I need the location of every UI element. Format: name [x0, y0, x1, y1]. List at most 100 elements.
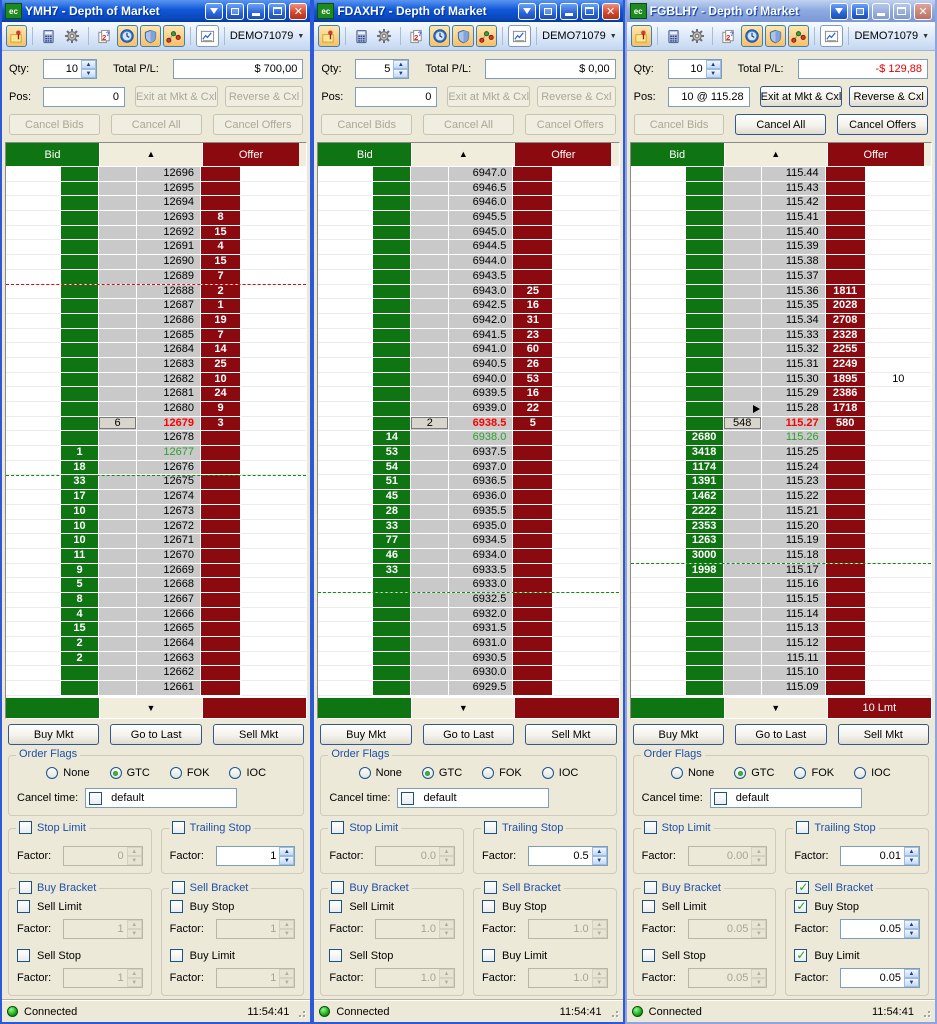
ladder-mid-cell[interactable] — [723, 372, 762, 388]
ladder-mid-cell[interactable] — [723, 269, 762, 285]
offer-depth-cell[interactable] — [825, 681, 866, 696]
radio-none[interactable]: None — [46, 767, 90, 779]
ladder-sell-order-cell[interactable] — [241, 196, 307, 212]
ladder-sell-order-cell[interactable] — [553, 357, 619, 373]
ladder-buy-order-cell[interactable] — [6, 211, 61, 226]
sell-bracket-checkbox[interactable] — [484, 881, 497, 894]
spin-down-icon[interactable]: ▼ — [126, 929, 142, 938]
radio-fok[interactable]: FOK — [794, 767, 834, 779]
spinner-arrows[interactable]: ▲ ▼ — [279, 847, 295, 865]
ladder-buy-order-cell[interactable] — [630, 475, 686, 491]
spin-up-icon[interactable]: ▲ — [591, 920, 607, 929]
offer-depth-cell[interactable] — [513, 460, 554, 476]
ladder-buy-order-cell[interactable] — [630, 578, 686, 593]
offer-depth-cell[interactable]: 22 — [513, 402, 554, 417]
sell-limit-factor-spinner[interactable]: 1.0 ▲ ▼ — [375, 919, 455, 939]
spin-down-icon[interactable]: ▼ — [904, 929, 919, 938]
ladder-mid-cell[interactable] — [99, 343, 137, 358]
offer-depth-cell[interactable]: 16 — [513, 299, 554, 314]
ladder-row[interactable]: 12688 2 — [6, 284, 307, 300]
ladder-mid-cell[interactable] — [99, 622, 137, 637]
ladder-sell-order-cell[interactable] — [865, 357, 931, 373]
settings-button[interactable] — [61, 25, 82, 47]
offer-depth-cell[interactable] — [513, 167, 554, 182]
total-pl-field[interactable]: $ 0,00 — [485, 59, 616, 79]
exit-at-mkt-button[interactable]: Exit at Mkt & Cxl — [447, 86, 531, 107]
price-cell[interactable]: 12684 — [137, 343, 201, 358]
ladder-buy-order-cell[interactable] — [318, 387, 374, 402]
spinner-arrows[interactable]: ▲ ▼ — [591, 920, 607, 938]
spin-up-icon[interactable]: ▲ — [751, 969, 767, 978]
bid-depth-cell[interactable] — [685, 284, 724, 300]
bid-depth-cell[interactable]: 1 — [61, 446, 99, 461]
ladder-mid-cell[interactable]: 548 — [723, 416, 762, 432]
offer-depth-cell[interactable]: 7 — [201, 328, 241, 344]
buy-bracket-checkbox[interactable] — [331, 881, 345, 894]
offer-depth-cell[interactable] — [825, 181, 866, 197]
buy-bracket-checkbox[interactable] — [643, 881, 657, 894]
offer-depth-cell[interactable]: 1 — [201, 299, 241, 314]
ladder-buy-order-cell[interactable] — [630, 357, 686, 373]
ladder-sell-order-cell[interactable] — [553, 681, 619, 696]
ladder-buy-order-cell[interactable] — [6, 372, 61, 388]
bid-depth-cell[interactable]: 1998 — [685, 563, 724, 579]
ladder-buy-order-cell[interactable] — [6, 299, 61, 314]
offer-depth-cell[interactable]: 16 — [513, 387, 554, 402]
scroll-down-icon[interactable]: ▼ — [147, 703, 156, 713]
bid-depth-cell[interactable] — [61, 211, 99, 226]
offer-depth-cell[interactable] — [825, 651, 866, 667]
ladder-mid-cell[interactable] — [723, 313, 762, 329]
sell-limit-checkbox[interactable] — [329, 900, 343, 913]
go-to-last-button[interactable]: Go to Last — [735, 724, 827, 745]
ladder-mid-cell[interactable] — [723, 211, 762, 226]
offer-depth-cell[interactable]: 23 — [513, 328, 554, 344]
ladder-row[interactable]: 6929.5 — [318, 681, 619, 696]
bid-depth-cell[interactable]: 15 — [61, 622, 99, 637]
bid-depth-cell[interactable] — [685, 167, 724, 182]
price-cell[interactable]: 115.39 — [761, 240, 826, 256]
ladder-row[interactable]: 6931.5 — [318, 622, 619, 637]
ladder-row[interactable]: 6940.0 53 — [318, 372, 619, 388]
factor-value[interactable]: 1.0 — [529, 969, 592, 987]
ladder-buy-order-cell[interactable] — [6, 225, 61, 241]
price-cell[interactable]: 12664 — [137, 637, 201, 652]
ladder-sell-order-cell[interactable] — [553, 328, 619, 344]
factor-value[interactable]: 0.01 — [841, 847, 904, 865]
price-cell[interactable]: 115.28 — [761, 402, 826, 417]
ladder-sell-order-cell[interactable] — [241, 431, 307, 447]
ladder-row[interactable]: 53 6937.5 — [318, 446, 619, 461]
price-cell[interactable]: 12695 — [137, 181, 201, 197]
spin-up-icon[interactable]: ▲ — [279, 847, 295, 856]
ladder-buy-order-cell[interactable] — [630, 167, 686, 182]
ladder-mid-cell[interactable] — [99, 181, 137, 197]
ladder-buy-order-cell[interactable] — [318, 460, 374, 476]
ladder-row[interactable]: 115.39 — [630, 240, 931, 256]
ladder-sell-order-cell[interactable] — [241, 402, 307, 417]
offer-depth-cell[interactable] — [825, 431, 866, 447]
offer-depth-cell[interactable] — [825, 592, 866, 608]
factor-value[interactable]: 1 — [217, 920, 280, 938]
ladder-sell-order-cell[interactable] — [865, 475, 931, 491]
offer-depth-cell[interactable] — [825, 637, 866, 652]
bid-depth-cell[interactable] — [685, 592, 724, 608]
ladder-mid-cell[interactable] — [99, 372, 137, 388]
offer-depth-cell[interactable] — [201, 651, 241, 667]
ladder-row[interactable]: 1174 115.24 — [630, 460, 931, 476]
price-cell[interactable]: 12668 — [137, 578, 201, 593]
offer-depth-cell[interactable] — [201, 504, 241, 520]
bid-column-header[interactable]: Bid — [630, 143, 725, 166]
stop-limit-checkbox[interactable] — [643, 821, 657, 834]
ladder-buy-order-cell[interactable] — [6, 651, 61, 667]
price-cell[interactable]: 6945.5 — [449, 211, 514, 226]
calculator-button[interactable] — [663, 25, 684, 47]
ladder-sell-order-cell[interactable] — [865, 607, 931, 623]
ladder-sell-order-cell[interactable] — [865, 269, 931, 285]
spin-down-icon[interactable]: ▼ — [279, 978, 295, 987]
price-cell[interactable]: 12677 — [137, 446, 201, 461]
bid-depth-cell[interactable] — [61, 284, 99, 300]
ladder-row[interactable]: 115.09 — [630, 681, 931, 696]
price-cell[interactable]: 115.34 — [761, 313, 826, 329]
ladder-buy-order-cell[interactable] — [6, 592, 61, 608]
offer-depth-cell[interactable] — [513, 225, 554, 241]
ladder-mid-cell[interactable] — [99, 460, 137, 476]
